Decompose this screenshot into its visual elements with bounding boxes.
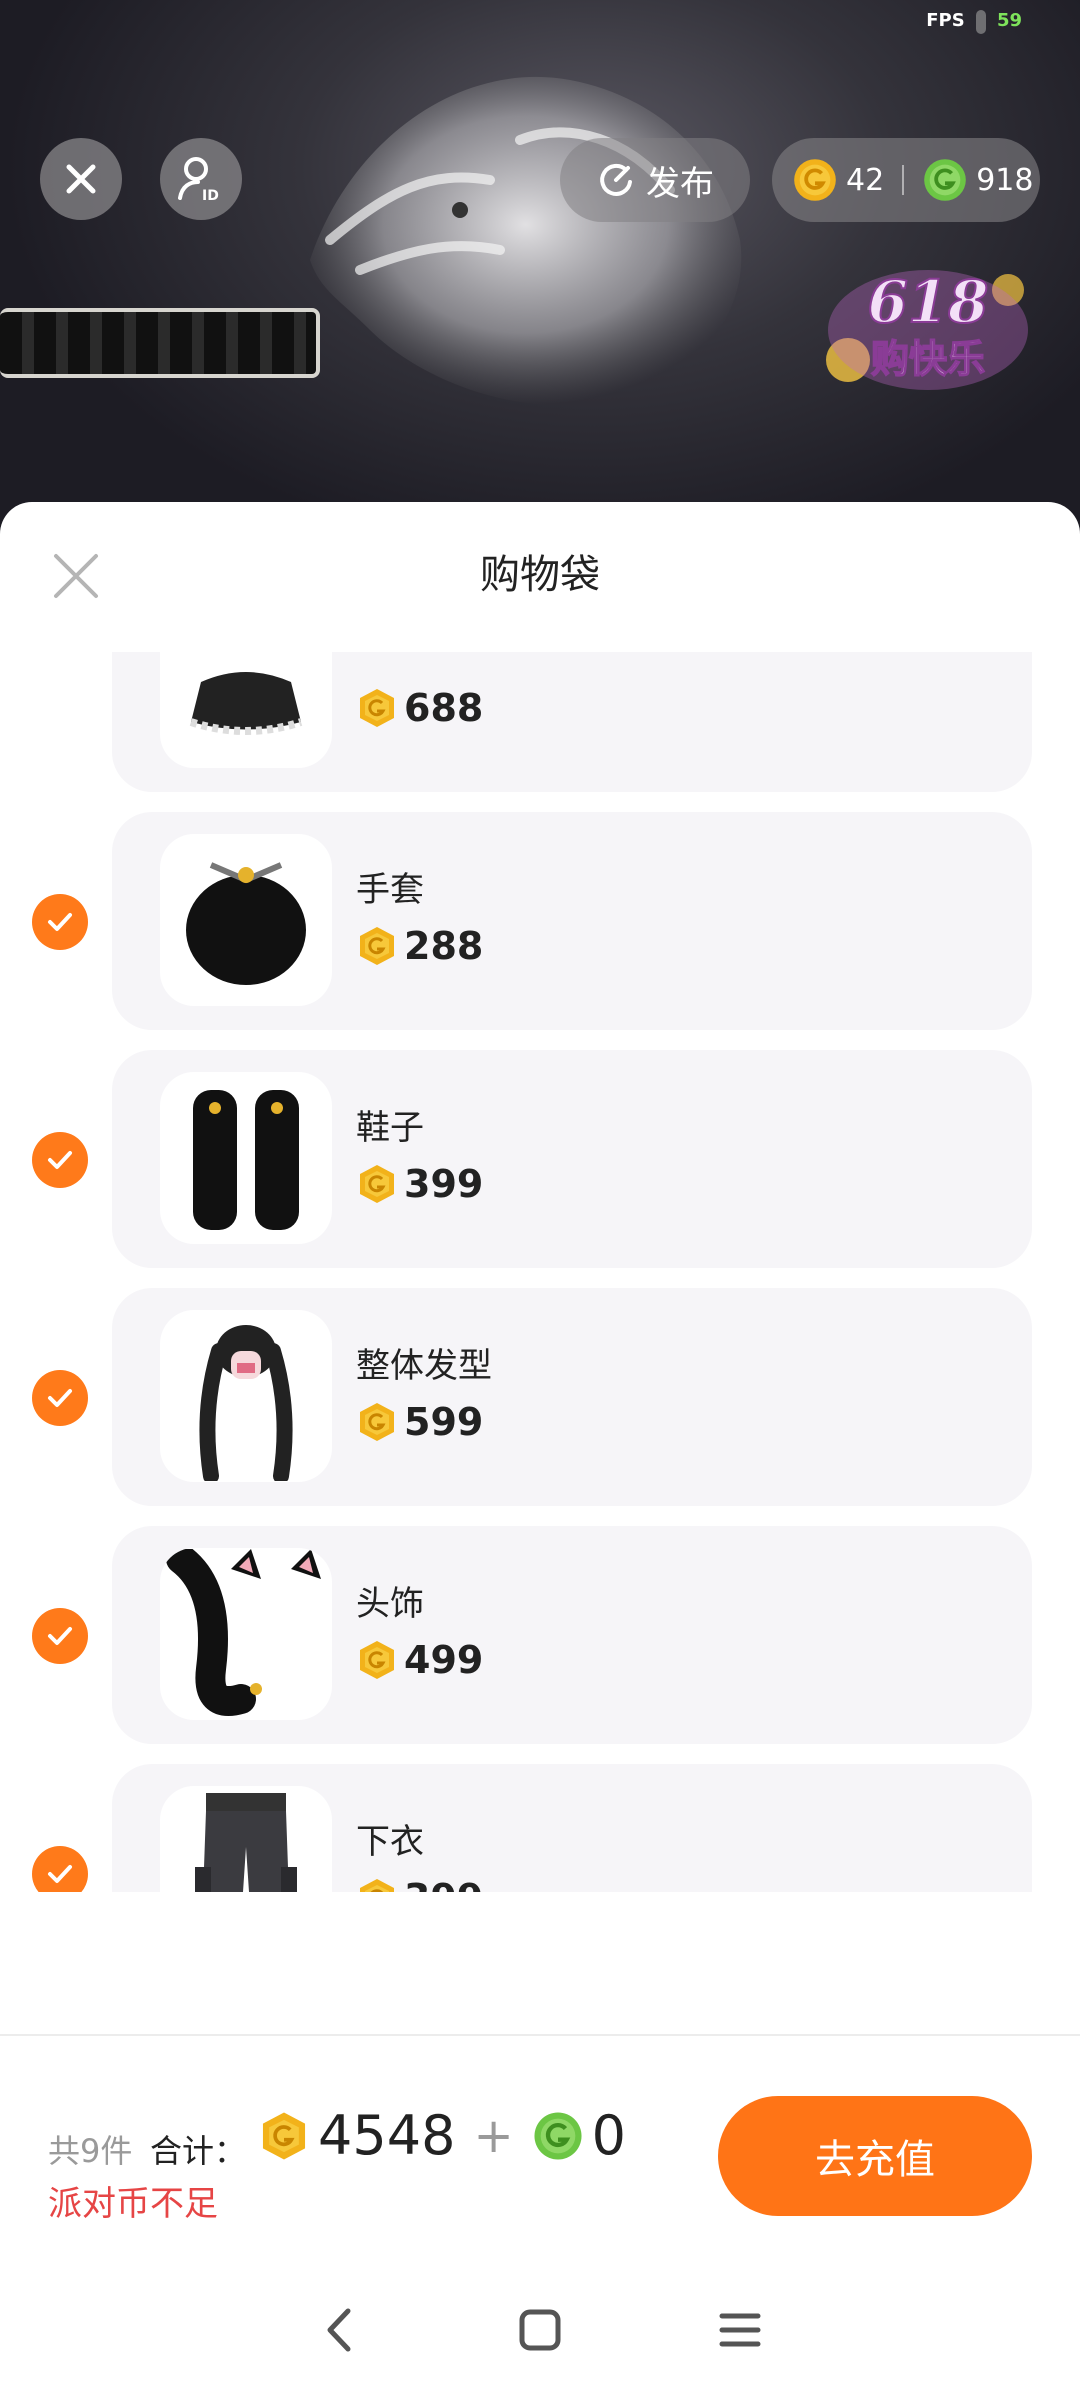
decorative-scroll [0, 308, 320, 378]
badge-text: 购快乐 [871, 337, 985, 381]
checkmark-icon [48, 1865, 72, 1883]
gold-coin-icon [360, 1879, 394, 1892]
item-price-value: 399 [404, 1162, 484, 1206]
currency-balance[interactable]: 42 918 [772, 138, 1040, 222]
nav-menu-button[interactable] [710, 2300, 770, 2360]
sheet-header: 购物袋 [0, 502, 1080, 652]
item-checkbox[interactable] [32, 1846, 88, 1892]
checkmark-icon [48, 1627, 72, 1645]
gold-coin-icon [794, 159, 836, 201]
item-checkbox[interactable] [32, 1370, 88, 1426]
publish-button[interactable]: 发布 [560, 138, 750, 222]
total-amount: 4548 + 0 [258, 2104, 626, 2167]
item-price: 288 [356, 924, 483, 968]
item-price: 399 [356, 1162, 483, 1206]
exit-button[interactable] [40, 138, 122, 220]
gold-total: 4548 [318, 2104, 456, 2167]
item-thumbnail-shoes [160, 1072, 332, 1244]
item-price: 599 [356, 1400, 483, 1444]
item-checkbox[interactable] [32, 894, 88, 950]
system-navigation-bar [0, 2260, 1080, 2400]
home-square-icon [519, 2309, 561, 2351]
item-name: 手套 [356, 870, 424, 910]
user-id-icon: ID [178, 157, 219, 204]
sheet-title: 购物袋 [480, 552, 600, 598]
total-label: 合计： [150, 2132, 247, 2170]
recharge-button[interactable]: 去充值 [718, 2096, 1032, 2216]
insufficient-funds-warning: 派对币不足 [48, 2184, 218, 2224]
nav-back-button[interactable] [310, 2300, 370, 2360]
item-price-value: 499 [404, 1638, 484, 1682]
item-name: 整体发型 [356, 1346, 492, 1386]
menu-icon [719, 2313, 761, 2347]
fps-label: FPS [926, 10, 965, 31]
cart-item[interactable]: 688 [0, 652, 1080, 792]
gold-coin-icon [360, 1641, 394, 1679]
item-price: 688 [356, 686, 483, 730]
item-card[interactable]: 鞋子 399 [112, 1050, 1032, 1268]
item-card[interactable]: 手套 288 [112, 812, 1032, 1030]
dragon-artwork [310, 76, 742, 406]
item-thumbnail-gloves [160, 834, 332, 1006]
item-card[interactable]: 整体发型 599 [112, 1288, 1032, 1506]
item-thumbnail-hairstyle [160, 1310, 332, 1482]
plus-sign: + [473, 2107, 514, 2164]
item-card[interactable]: 688 [112, 652, 1032, 792]
green-coin-icon [534, 2111, 582, 2160]
item-checkbox[interactable] [32, 1132, 88, 1188]
618-event-badge[interactable]: 618 购快乐 [808, 250, 1048, 410]
item-price-value: 288 [404, 924, 484, 968]
currency-divider [902, 165, 905, 195]
game-scene-background: FPS 59 ID 发布 42 918 618 购快乐 [0, 0, 1080, 560]
badge-number: 618 [867, 268, 988, 336]
item-name: 头饰 [356, 1584, 424, 1624]
profile-id-button[interactable]: ID [160, 138, 242, 220]
checkmark-icon [48, 913, 72, 931]
green-coin-icon [924, 159, 966, 201]
gold-coin-icon [360, 927, 394, 965]
item-card[interactable]: 头饰 499 [112, 1526, 1032, 1744]
cart-item[interactable]: 鞋子 399 [0, 1050, 1080, 1268]
item-price: 499 [356, 1638, 483, 1682]
item-thumbnail-skirt [160, 652, 332, 768]
fps-counter: FPS 59 [926, 10, 1022, 34]
checkmark-icon [48, 1151, 72, 1169]
svg-text:ID: ID [202, 188, 219, 204]
green-balance: 918 [976, 162, 1034, 198]
close-icon [66, 164, 96, 194]
shopping-bag-sheet: 购物袋 688 手套 288 鞋子 399 整体发型 599 头饰 499 下衣… [0, 502, 1080, 2400]
cart-item[interactable]: 整体发型 599 [0, 1288, 1080, 1506]
item-price: 399 [356, 1876, 483, 1892]
gold-coin-icon [262, 2111, 306, 2160]
back-icon [327, 2308, 351, 2352]
fps-value: 59 [996, 10, 1022, 31]
fps-indicator [976, 10, 987, 34]
item-count: 共9件 [48, 2132, 133, 2170]
item-card[interactable]: 下衣 399 [112, 1764, 1032, 1892]
publish-label: 发布 [646, 163, 714, 204]
cart-item[interactable]: 头饰 499 [0, 1526, 1080, 1744]
checkmark-icon [48, 1389, 72, 1407]
item-price-value: 599 [404, 1400, 484, 1444]
item-name: 鞋子 [356, 1108, 424, 1148]
item-checkbox[interactable] [32, 1608, 88, 1664]
item-name: 下衣 [356, 1822, 424, 1862]
cart-item[interactable]: 手套 288 [0, 812, 1080, 1030]
item-price-value: 399 [404, 1876, 483, 1892]
gold-coin-icon [360, 1165, 394, 1203]
gold-balance: 42 [846, 162, 885, 198]
cart-item-list[interactable]: 688 手套 288 鞋子 399 整体发型 599 头饰 499 下衣 [0, 652, 1080, 1892]
gold-coin-icon [360, 689, 394, 727]
item-thumbnail-headwear [160, 1548, 332, 1720]
green-total: 0 [591, 2104, 627, 2167]
gold-coin-icon [360, 1403, 394, 1441]
item-thumbnail-pants [160, 1786, 332, 1892]
cart-item[interactable]: 下衣 399 [0, 1764, 1080, 1892]
publish-icon [600, 163, 632, 196]
nav-home-button[interactable] [510, 2300, 570, 2360]
item-price-value: 688 [404, 686, 484, 730]
